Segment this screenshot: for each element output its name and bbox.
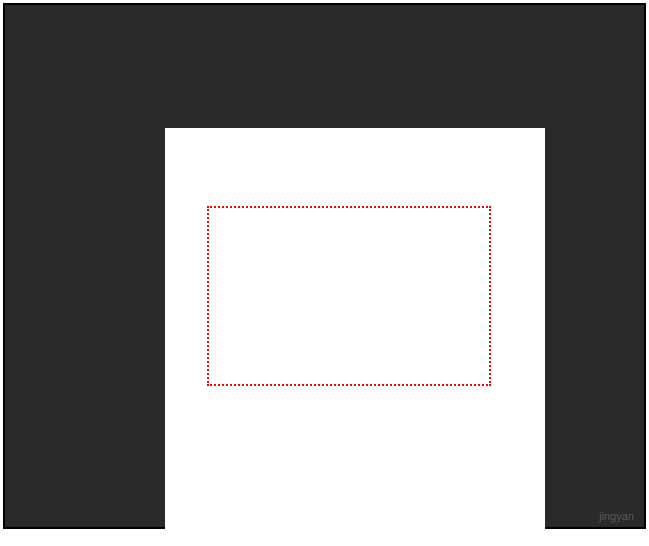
- selection-marquee[interactable]: [207, 206, 491, 386]
- canvas[interactable]: [165, 128, 545, 546]
- watermark-text: jingyan: [599, 511, 634, 523]
- workspace-area[interactable]: [25, 25, 624, 507]
- editor-frame: jingyan: [3, 3, 646, 529]
